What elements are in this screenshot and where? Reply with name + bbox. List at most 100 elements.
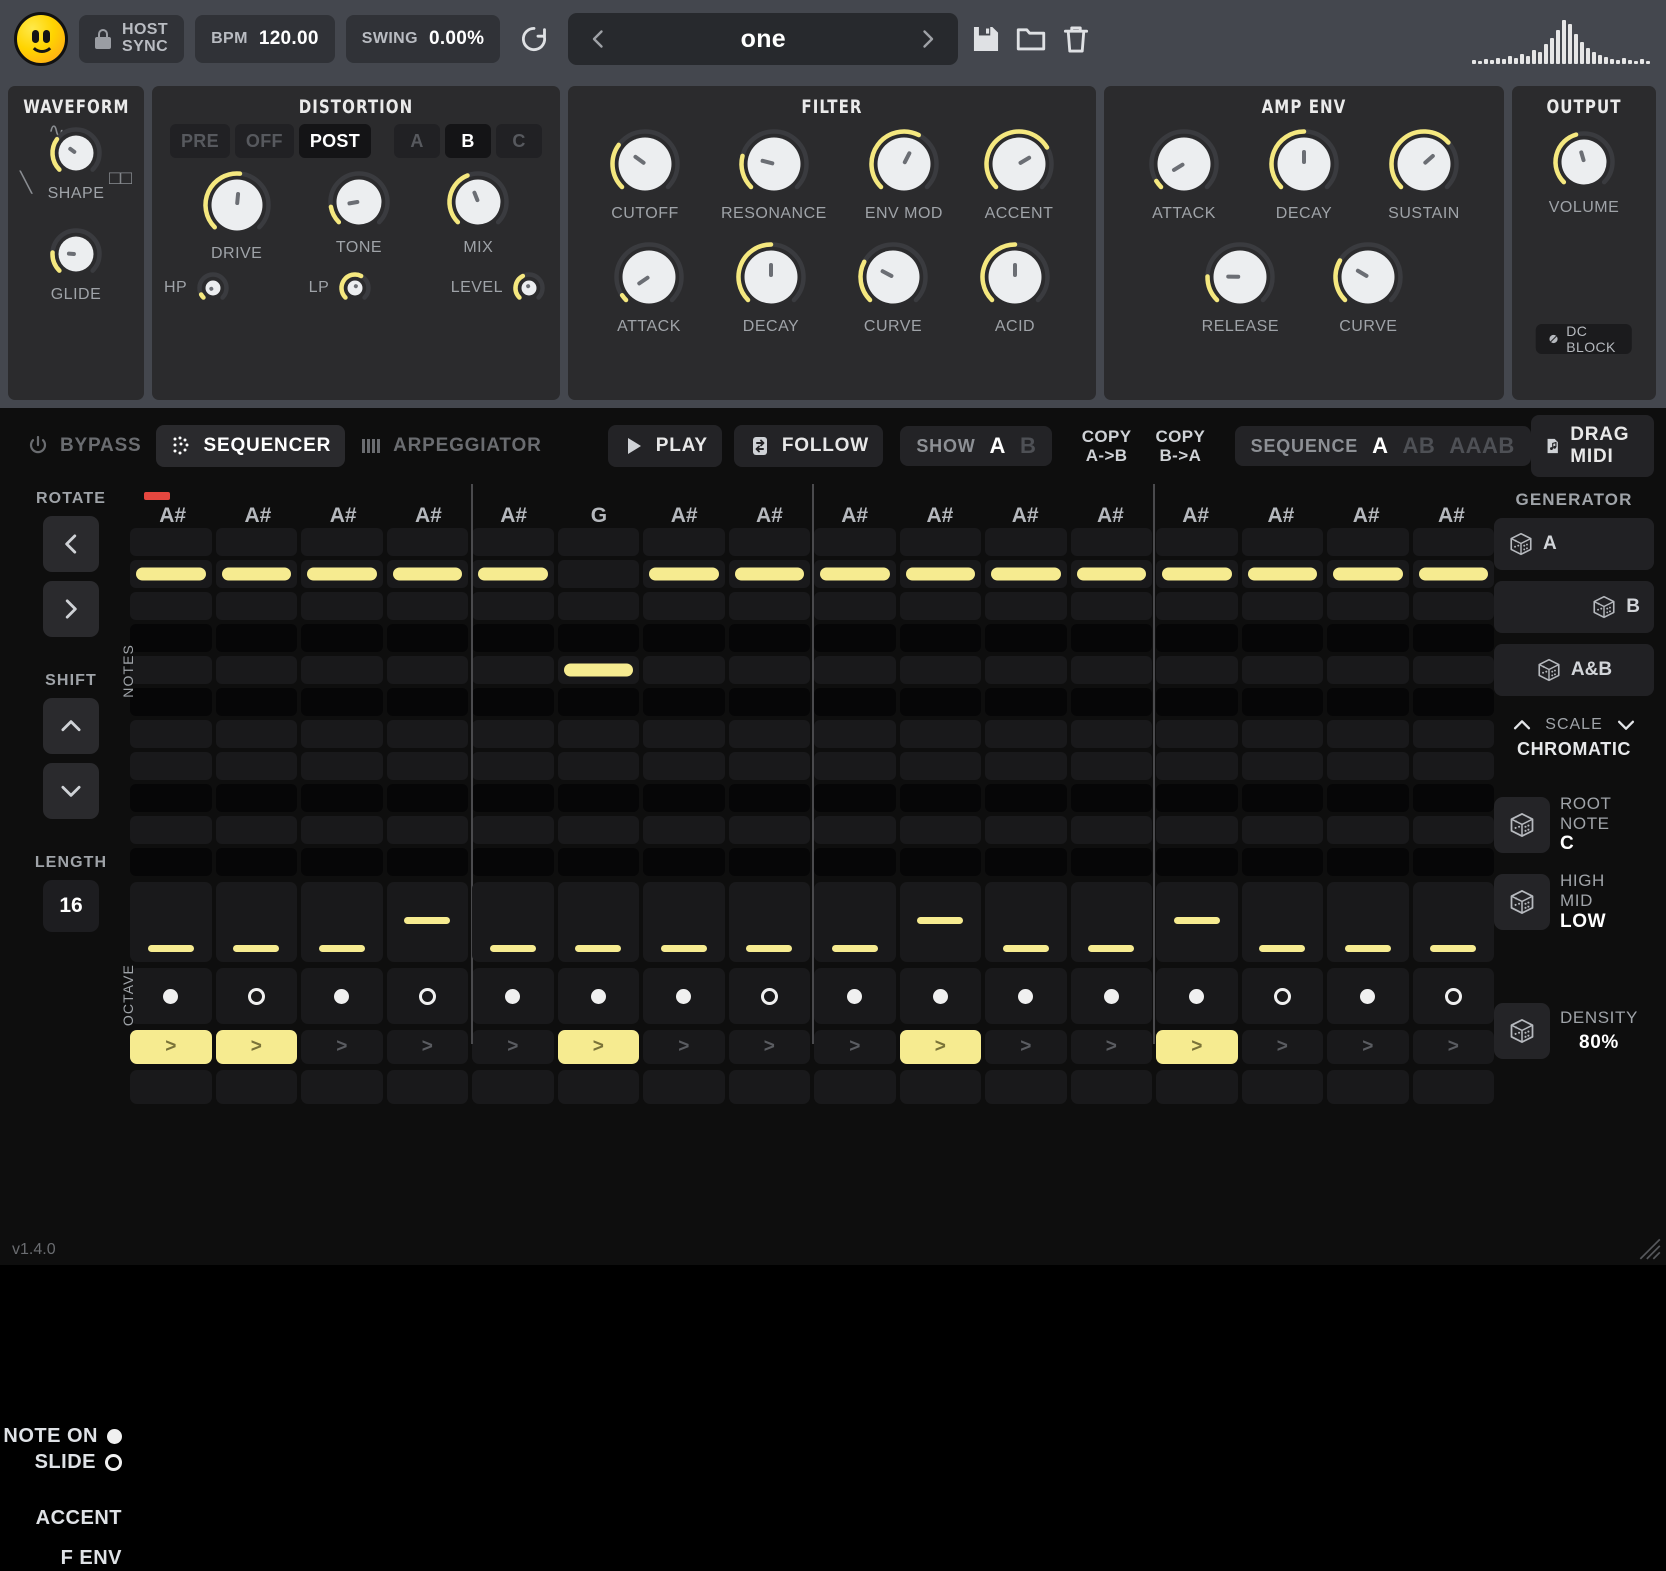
note-cell[interactable]	[130, 752, 212, 780]
note-cell[interactable]	[1413, 720, 1495, 748]
fenv-cell[interactable]	[301, 1070, 383, 1104]
chevron-up-icon[interactable]	[1511, 714, 1533, 736]
accent-cell[interactable]: >	[130, 1030, 212, 1064]
note-cell[interactable]	[130, 688, 212, 716]
note-cell[interactable]	[1327, 560, 1409, 588]
step-note-label[interactable]: A#	[897, 504, 982, 528]
level-knob[interactable]	[510, 269, 548, 307]
note-cell[interactable]	[900, 624, 982, 652]
tone-knob[interactable]	[325, 168, 393, 236]
note-cell[interactable]	[472, 560, 554, 588]
step-note-label[interactable]: A#	[1068, 504, 1153, 528]
note-cell[interactable]	[1071, 592, 1153, 620]
note-cell[interactable]	[1413, 624, 1495, 652]
note-cell[interactable]	[387, 688, 469, 716]
folder-open-icon[interactable]	[1014, 22, 1048, 56]
note-cell[interactable]	[729, 688, 811, 716]
note-cell[interactable]	[558, 560, 640, 588]
note-cell[interactable]	[814, 560, 896, 588]
note-cell[interactable]	[301, 656, 383, 684]
hp-knob[interactable]	[194, 269, 232, 307]
release-knob[interactable]	[1202, 239, 1278, 315]
copy-a-to-b-button[interactable]: COPY A->B	[1070, 421, 1144, 471]
octave-cell[interactable]	[729, 882, 811, 962]
note-cell[interactable]	[130, 560, 212, 588]
note-cell[interactable]	[558, 848, 640, 876]
note-on-step[interactable]	[814, 968, 896, 1024]
note-cell[interactable]	[900, 784, 982, 812]
note-cell[interactable]	[216, 752, 298, 780]
note-cell[interactable]	[1156, 688, 1238, 716]
density-value[interactable]: 80%	[1560, 1032, 1638, 1054]
generate-ab-button[interactable]: A&B	[1494, 644, 1654, 696]
note-cell[interactable]	[301, 624, 383, 652]
note-cell[interactable]	[472, 624, 554, 652]
accent-cell[interactable]: >	[1242, 1030, 1324, 1064]
range-dice-button[interactable]	[1494, 874, 1550, 930]
octave-cell[interactable]	[900, 882, 982, 962]
note-cell[interactable]	[387, 656, 469, 684]
rotate-left-button[interactable]	[43, 516, 99, 572]
note-cell[interactable]	[1242, 560, 1324, 588]
attack-knob[interactable]	[1146, 126, 1222, 202]
accent-cell[interactable]: >	[301, 1030, 383, 1064]
fenv-cell[interactable]	[900, 1070, 982, 1104]
note-cell[interactable]	[472, 848, 554, 876]
note-cell[interactable]	[1242, 656, 1324, 684]
accent-cell[interactable]: >	[1413, 1030, 1495, 1064]
note-cell[interactable]	[558, 816, 640, 844]
octave-cell[interactable]	[472, 882, 554, 962]
chevron-down-icon[interactable]	[1615, 714, 1637, 736]
mix-knob[interactable]	[444, 168, 512, 236]
arpeggiator-tab[interactable]: ARPEGGIATOR	[345, 425, 556, 467]
note-cell[interactable]	[216, 720, 298, 748]
note-cell[interactable]	[1242, 848, 1324, 876]
note-on-step[interactable]	[985, 968, 1067, 1024]
note-cell[interactable]	[130, 528, 212, 556]
fenv-cell[interactable]	[1242, 1070, 1324, 1104]
note-cell[interactable]	[1413, 752, 1495, 780]
floppy-save-icon[interactable]	[969, 22, 1003, 56]
note-cell[interactable]	[216, 624, 298, 652]
distortion-type-b-button[interactable]: B	[445, 124, 491, 158]
note-cell[interactable]	[558, 784, 640, 812]
step-note-label[interactable]: A#	[386, 504, 471, 528]
note-cell[interactable]	[472, 592, 554, 620]
shift-down-button[interactable]	[43, 763, 99, 819]
distortion-type-a-button[interactable]: A	[394, 124, 440, 158]
note-cell[interactable]	[985, 656, 1067, 684]
accent-cell[interactable]: >	[472, 1030, 554, 1064]
note-on-step[interactable]	[1327, 968, 1409, 1024]
note-cell[interactable]	[1242, 816, 1324, 844]
note-cell[interactable]	[900, 816, 982, 844]
note-cell[interactable]	[1156, 784, 1238, 812]
note-cell[interactable]	[1327, 592, 1409, 620]
note-cell[interactable]	[1242, 688, 1324, 716]
fenv-cell[interactable]	[216, 1070, 298, 1104]
note-cell[interactable]	[130, 816, 212, 844]
root-note-dice-button[interactable]	[1494, 797, 1550, 853]
note-cell[interactable]	[1071, 848, 1153, 876]
note-cell[interactable]	[387, 592, 469, 620]
step-note-label[interactable]: G	[556, 504, 641, 528]
note-cell[interactable]	[472, 752, 554, 780]
note-cell[interactable]	[729, 560, 811, 588]
note-on-step[interactable]	[301, 968, 383, 1024]
note-cell[interactable]	[130, 592, 212, 620]
note-cell[interactable]	[814, 720, 896, 748]
note-cell[interactable]	[1242, 528, 1324, 556]
note-cell[interactable]	[558, 752, 640, 780]
note-cell[interactable]	[558, 592, 640, 620]
note-cell[interactable]	[900, 720, 982, 748]
step-note-label[interactable]: A#	[1238, 504, 1323, 528]
curve-knob[interactable]	[1330, 239, 1406, 315]
octave-cell[interactable]	[558, 882, 640, 962]
note-cell[interactable]	[729, 816, 811, 844]
note-on-step[interactable]	[900, 968, 982, 1024]
slide-step[interactable]	[1242, 968, 1324, 1024]
slide-step[interactable]	[1413, 968, 1495, 1024]
note-cell[interactable]	[1242, 592, 1324, 620]
octave-cell[interactable]	[643, 882, 725, 962]
fenv-cell[interactable]	[1413, 1070, 1495, 1104]
copy-b-to-a-button[interactable]: COPY B->A	[1143, 421, 1217, 471]
